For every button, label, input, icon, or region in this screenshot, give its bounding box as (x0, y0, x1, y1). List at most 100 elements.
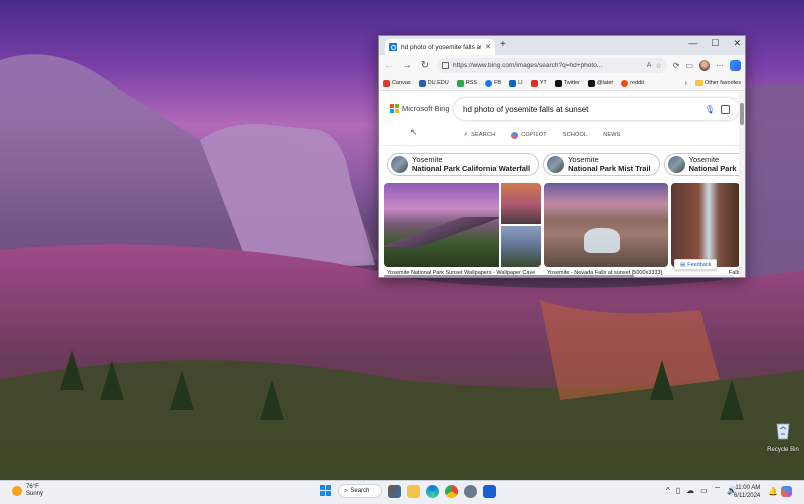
microsoft-logo-icon (390, 104, 399, 113)
related-search-pill[interactable]: Yosemite National Park Mist Trail (543, 153, 660, 176)
favorite-du-edu[interactable]: DU.EDU (418, 79, 449, 87)
copilot-icon (511, 131, 519, 139)
visual-search-icon[interactable] (721, 104, 730, 114)
favorite-rss[interactable]: RSS (456, 79, 478, 87)
search-scope-tabs: ⌕ SEARCH COPILOT SCHOOL NEWS (464, 131, 621, 139)
scrollbar-thumb[interactable] (740, 103, 744, 125)
x-twitter-icon (554, 79, 562, 87)
refresh-icon[interactable]: ↻ (419, 60, 431, 71)
favorite-label: DU.EDU (427, 80, 449, 86)
more-menu-icon[interactable]: ⋯ (716, 61, 724, 70)
edge-browser-icon[interactable] (426, 484, 439, 498)
favorite-reddit[interactable]: reddit (621, 79, 644, 87)
pill-line2: National Park Spri (688, 163, 745, 173)
browser-tab-active[interactable]: hd photo of yosemite falls at sun ✕ (385, 39, 495, 55)
related-search-pill[interactable]: Yosemite National Park Spri (663, 153, 745, 176)
favorite-later[interactable]: @later (587, 79, 613, 87)
image-result-2[interactable] (544, 183, 668, 267)
taskbar-apps: ⌕ Search (320, 484, 496, 498)
folder-icon (694, 80, 703, 86)
profile-avatar[interactable] (699, 60, 710, 71)
other-favorites-label: Other favorites (704, 80, 741, 86)
pill-line1: Yosemite (688, 155, 720, 164)
usb-icon[interactable]: ▯ (676, 486, 680, 495)
url-text[interactable]: https://www.bing.com/images/search?q=hd+… (453, 62, 643, 69)
close-window-button[interactable]: ✕ (733, 38, 741, 49)
back-arrow-icon[interactable]: ← (383, 60, 395, 71)
battery-icon[interactable]: ▭ (700, 486, 708, 495)
favorite-yt[interactable]: YT (530, 79, 547, 87)
copilot-icon[interactable] (781, 486, 792, 497)
collections-icon[interactable]: ▭ (685, 61, 693, 70)
youtube-icon (530, 79, 538, 87)
browser-toolbar: ← → ↻ https://www.bing.com/images/search… (379, 55, 745, 76)
wifi-icon[interactable]: ⌔ (714, 485, 722, 495)
favorite-label: Canvas (392, 80, 411, 86)
search-icon: ⌕ (344, 487, 348, 494)
windows-start-icon[interactable] (320, 485, 332, 497)
address-bar[interactable]: https://www.bing.com/images/search?q=hd+… (437, 58, 667, 73)
feedback-label: Feedback (687, 261, 712, 268)
task-view-icon[interactable] (388, 484, 401, 498)
weather-temp: 76°F (26, 484, 39, 490)
result-image-main (384, 183, 499, 267)
weather-condition: Sunny (26, 491, 44, 497)
copilot-icon[interactable] (730, 60, 741, 71)
tab-news[interactable]: NEWS (603, 131, 620, 139)
chevron-up-icon[interactable]: ^ (666, 486, 670, 495)
favorite-canvas[interactable]: Canvas (383, 79, 411, 87)
chrome-icon[interactable] (445, 484, 458, 498)
microsoft-bing-logo[interactable]: Microsoft Bing (390, 104, 450, 113)
feedback-icon: ▤ (680, 261, 686, 268)
image-result-3[interactable] (671, 183, 740, 267)
file-explorer-icon[interactable] (407, 484, 420, 498)
minimize-button[interactable]: — (688, 38, 697, 49)
system-clock[interactable]: 11:00 AM 6/11/2024 (734, 484, 760, 500)
tab-title: hd photo of yosemite falls at sun (401, 43, 481, 51)
search-query-input[interactable]: hd photo of yosemite falls at sunset (463, 105, 705, 114)
clock-time: 11:00 AM (735, 485, 761, 491)
cloud-icon[interactable]: ☁ (686, 486, 694, 495)
scrollbar-thumb[interactable] (384, 275, 634, 277)
image-result-1[interactable] (384, 183, 541, 267)
microphone-icon[interactable]: 🎙 (705, 105, 715, 114)
tab-close-icon[interactable]: ✕ (485, 43, 491, 51)
microsoft-store-icon[interactable] (483, 484, 496, 498)
mouse-cursor-icon: ↖ (410, 127, 418, 137)
chevron-right-icon[interactable]: › (685, 80, 687, 87)
favorite-twitter[interactable]: Twitter (554, 79, 580, 87)
favorite-label: RSS (465, 80, 478, 86)
tab-label: SEARCH (471, 132, 496, 138)
tab-label: NEWS (603, 132, 621, 138)
read-aloud-icon[interactable]: A (647, 62, 652, 69)
recycle-bin[interactable]: Recycle Bin (766, 420, 800, 453)
search-box[interactable]: hd photo of yosemite falls at sunset 🎙 (454, 98, 739, 120)
related-search-pill[interactable]: Yosemite National Park California Waterf… (387, 153, 540, 176)
tab-copilot[interactable]: COPILOT (511, 131, 547, 139)
clock-date: 6/11/2024 (734, 493, 761, 499)
feedback-button[interactable]: ▤ Feedback (674, 259, 718, 270)
tab-label: COPILOT (521, 132, 547, 138)
forward-arrow-icon[interactable]: → (401, 60, 413, 71)
favorite-li[interactable]: LI (509, 79, 523, 87)
reddit-icon (621, 79, 629, 87)
vertical-scrollbar[interactable] (739, 91, 745, 277)
notification-bell-icon[interactable]: 🔔 (768, 487, 778, 496)
favorite-fb[interactable]: FB (485, 79, 501, 87)
new-tab-button[interactable]: + (500, 39, 506, 50)
system-tray: ^ ▯ ☁ ▭ ⌔ 🔊 (666, 485, 737, 495)
browser-essentials-icon[interactable]: ⟳ (673, 61, 680, 70)
settings-gear-icon[interactable] (464, 484, 477, 498)
other-favorites[interactable]: Other favorites (694, 80, 741, 86)
weather-widget[interactable]: 76°F Sunny (12, 484, 43, 498)
tab-search[interactable]: ⌕ SEARCH (464, 131, 495, 139)
tab-school[interactable]: SCHOOL (563, 131, 587, 139)
tab-strip: hd photo of yosemite falls at sun ✕ + — … (379, 36, 745, 55)
favorite-star-icon[interactable]: ☆ (655, 62, 661, 70)
favorites-bar: Canvas DU.EDU RSS FB LI YT Twitter @late… (379, 76, 745, 91)
bing-search-favicon-icon (389, 43, 397, 51)
x-twitter-icon (587, 79, 595, 87)
horizontal-scrollbar[interactable] (384, 275, 734, 277)
taskbar-search[interactable]: ⌕ Search (338, 484, 382, 498)
maximize-button[interactable]: ☐ (711, 38, 719, 49)
